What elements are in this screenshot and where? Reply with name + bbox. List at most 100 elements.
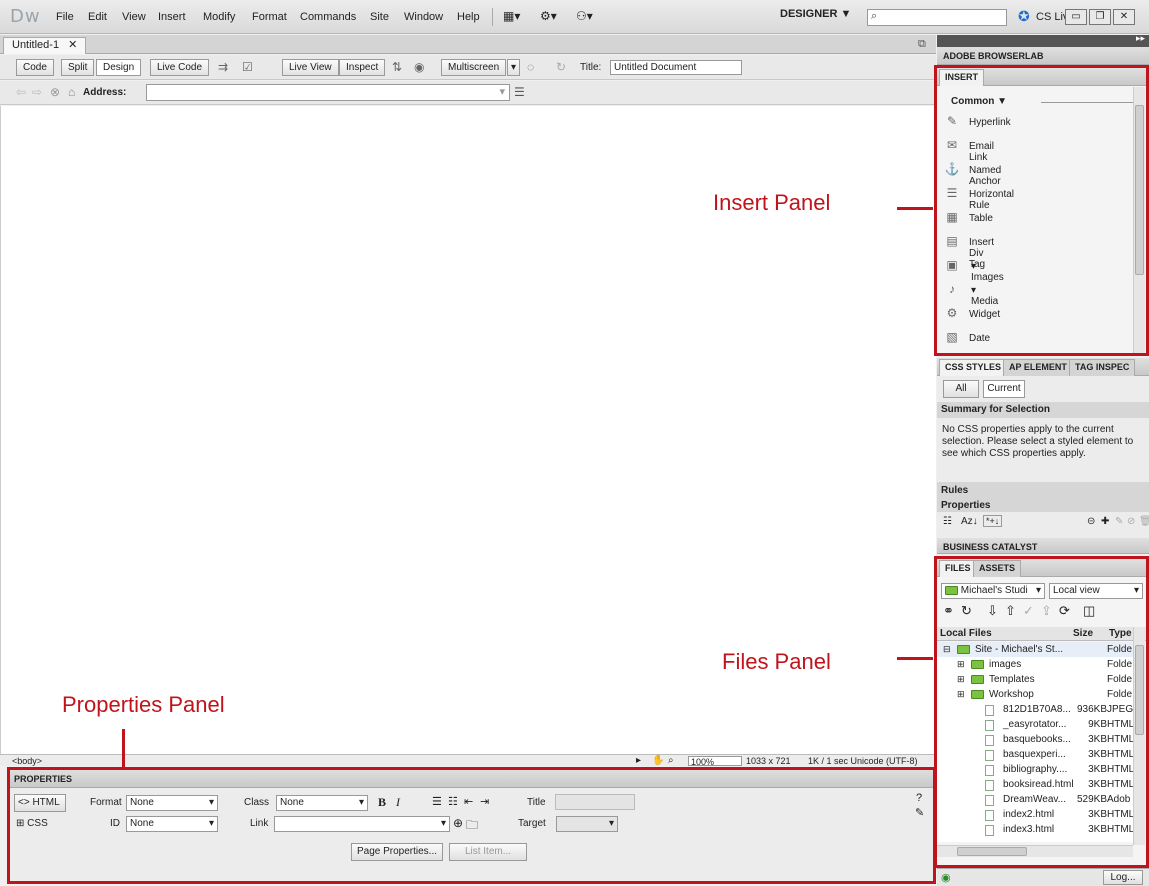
insert-scroll-thumb[interactable] bbox=[1135, 105, 1144, 275]
help-icon[interactable]: ? bbox=[916, 792, 922, 804]
browserlab-panel-header[interactable]: ADOBE BROWSERLAB bbox=[937, 47, 1149, 65]
put-files-icon[interactable]: ⇧ bbox=[1005, 603, 1016, 619]
category-view-icon[interactable]: ☷ bbox=[943, 516, 952, 527]
maximize-button[interactable]: ❐ bbox=[1089, 9, 1111, 25]
tag-inspector-tab[interactable]: TAG INSPEC bbox=[1069, 359, 1136, 376]
refresh-design-icon[interactable]: ↻ bbox=[556, 60, 566, 74]
code-view-button[interactable]: Code bbox=[16, 59, 54, 76]
menu-view[interactable]: View bbox=[122, 11, 146, 23]
css-mode-button[interactable]: ⊞ CSS bbox=[16, 818, 48, 829]
attach-stylesheet-icon[interactable]: ⊝ bbox=[1087, 516, 1095, 527]
refresh-icon[interactable]: ↻ bbox=[961, 603, 972, 619]
set-properties-icon[interactable]: *+↓ bbox=[983, 515, 1003, 527]
file-row[interactable]: ⊞ images Folde bbox=[937, 657, 1133, 672]
document-title-input[interactable]: Untitled Document bbox=[610, 60, 742, 75]
expand-toggle-icon[interactable]: ⊞ bbox=[957, 689, 965, 700]
browse-options-icon[interactable]: ☰ bbox=[514, 85, 525, 99]
bold-button[interactable]: B bbox=[378, 795, 386, 810]
synchronize-icon[interactable]: ⟳ bbox=[1059, 603, 1070, 619]
menu-file[interactable]: File bbox=[56, 11, 74, 23]
close-tab-icon[interactable]: ✕ bbox=[68, 39, 77, 51]
design-view-button[interactable]: Design bbox=[96, 59, 142, 76]
multiscreen-button[interactable]: Multiscreen bbox=[441, 59, 507, 76]
file-row[interactable]: 812D1B70A8... 936KB JPEG bbox=[937, 702, 1133, 717]
title-attr-input[interactable] bbox=[555, 794, 635, 810]
minimize-button[interactable]: ▭ bbox=[1065, 9, 1087, 25]
files-tab[interactable]: FILES bbox=[939, 560, 977, 577]
expand-toggle-icon[interactable]: ⊟ bbox=[943, 644, 951, 655]
ordered-list-icon[interactable]: ☷ bbox=[448, 795, 458, 808]
file-row[interactable]: ⊟ Site - Michael's St... Folde bbox=[937, 642, 1133, 657]
menu-modify[interactable]: Modify bbox=[203, 11, 235, 23]
insert-tab[interactable]: INSERT bbox=[939, 69, 985, 86]
browse-folder-icon[interactable]: 🗀 bbox=[466, 816, 478, 837]
zoom-select[interactable]: 100% bbox=[688, 756, 742, 767]
code-nav-icon[interactable]: ⇉ bbox=[218, 60, 228, 74]
insert-category-select[interactable]: Common ▼ bbox=[951, 96, 1007, 107]
file-row[interactable]: basquexperi... 3KB HTML bbox=[937, 747, 1134, 762]
page-properties-button[interactable]: Page Properties... bbox=[351, 843, 443, 861]
site-tree-icon[interactable]: ⚇▾ bbox=[576, 9, 593, 23]
expand-icon[interactable]: ◫ bbox=[1083, 603, 1095, 619]
log-button[interactable]: Log... bbox=[1103, 870, 1143, 885]
connect-icon[interactable]: ⚭ bbox=[943, 603, 954, 619]
link-input[interactable] bbox=[274, 816, 450, 832]
search-input[interactable]: ⌕ bbox=[867, 9, 1007, 26]
local-files-column[interactable]: Local Files bbox=[940, 628, 992, 639]
class-select[interactable]: None bbox=[276, 795, 368, 811]
hand-tool-icon[interactable]: ✋ bbox=[652, 755, 664, 766]
forward-icon[interactable]: ⇨ bbox=[32, 85, 42, 99]
refresh-toolbar-icon[interactable]: ⇅ bbox=[392, 60, 402, 74]
document-tab[interactable]: Untitled-1 ✕ bbox=[3, 37, 87, 54]
expand-toggle-icon[interactable]: ⊞ bbox=[957, 674, 965, 685]
address-dropdown-icon[interactable]: ▾ bbox=[499, 85, 505, 98]
back-icon[interactable]: ⇦ bbox=[16, 85, 26, 99]
delete-rule-icon[interactable]: 🗑 bbox=[1139, 516, 1149, 527]
view-select[interactable]: Local view bbox=[1049, 583, 1143, 599]
assets-tab[interactable]: ASSETS bbox=[973, 560, 1022, 577]
menu-site[interactable]: Site bbox=[370, 11, 389, 23]
expand-toggle-icon[interactable]: ⊞ bbox=[957, 659, 965, 670]
unordered-list-icon[interactable]: ☰ bbox=[432, 795, 442, 808]
file-row[interactable]: booksiread.html 3KB HTML bbox=[937, 777, 1134, 792]
format-select[interactable]: None bbox=[126, 795, 218, 811]
menu-help[interactable]: Help bbox=[457, 11, 480, 23]
restore-doc-icon[interactable]: ⧉ bbox=[918, 38, 926, 51]
business-catalyst-header[interactable]: BUSINESS CATALYST bbox=[937, 538, 1149, 554]
check-in-icon[interactable]: ⇪ bbox=[1041, 603, 1052, 619]
size-column[interactable]: Size bbox=[1073, 628, 1093, 639]
select-tool-icon[interactable]: ▸ bbox=[636, 755, 641, 766]
css-styles-tab[interactable]: CSS STYLES bbox=[939, 359, 1008, 376]
outdent-icon[interactable]: ⇤ bbox=[464, 795, 473, 808]
site-select[interactable]: Michael's Studi bbox=[941, 583, 1045, 599]
tag-selector[interactable]: <body> bbox=[12, 756, 42, 766]
ap-elements-tab[interactable]: AP ELEMENT bbox=[1003, 359, 1073, 376]
quick-tag-icon[interactable]: ✎ bbox=[915, 806, 924, 819]
live-code-button[interactable]: Live Code bbox=[150, 59, 210, 76]
check-out-icon[interactable]: ✓ bbox=[1023, 603, 1034, 619]
visual-aids-icon[interactable]: ◌ bbox=[527, 60, 534, 74]
alpha-view-icon[interactable]: Az↓ bbox=[961, 516, 978, 527]
split-view-button[interactable]: Split bbox=[61, 59, 95, 76]
css-current-button[interactable]: Current bbox=[983, 380, 1025, 398]
check-compat-icon[interactable]: ☑ bbox=[242, 60, 253, 74]
italic-button[interactable]: I bbox=[396, 795, 400, 810]
new-rule-icon[interactable]: ✚ bbox=[1101, 516, 1109, 527]
file-row[interactable]: ⊞ Workshop Folde bbox=[937, 687, 1133, 702]
inspect-button[interactable]: Inspect bbox=[339, 59, 386, 76]
files-scrollbar[interactable] bbox=[1133, 627, 1145, 845]
file-row[interactable]: DreamWeav... 529KB Adob bbox=[937, 792, 1133, 807]
home-icon[interactable]: ⌂ bbox=[68, 85, 75, 99]
multiscreen-dropdown-icon[interactable]: ▾ bbox=[507, 59, 521, 76]
id-select[interactable]: None bbox=[126, 816, 218, 832]
files-scroll-thumb[interactable] bbox=[1135, 645, 1144, 735]
menu-commands[interactable]: Commands bbox=[300, 11, 356, 23]
file-row[interactable]: bibliography.... 3KB HTML bbox=[937, 762, 1134, 777]
extend-icon[interactable]: ⚙▾ bbox=[540, 9, 557, 23]
list-item-button[interactable]: List Item... bbox=[449, 843, 527, 861]
menu-format[interactable]: Format bbox=[252, 11, 287, 23]
zoom-tool-icon[interactable]: ⌕ bbox=[668, 755, 674, 766]
target-select[interactable] bbox=[556, 816, 618, 832]
menu-insert[interactable]: Insert bbox=[158, 11, 186, 23]
menu-edit[interactable]: Edit bbox=[88, 11, 107, 23]
